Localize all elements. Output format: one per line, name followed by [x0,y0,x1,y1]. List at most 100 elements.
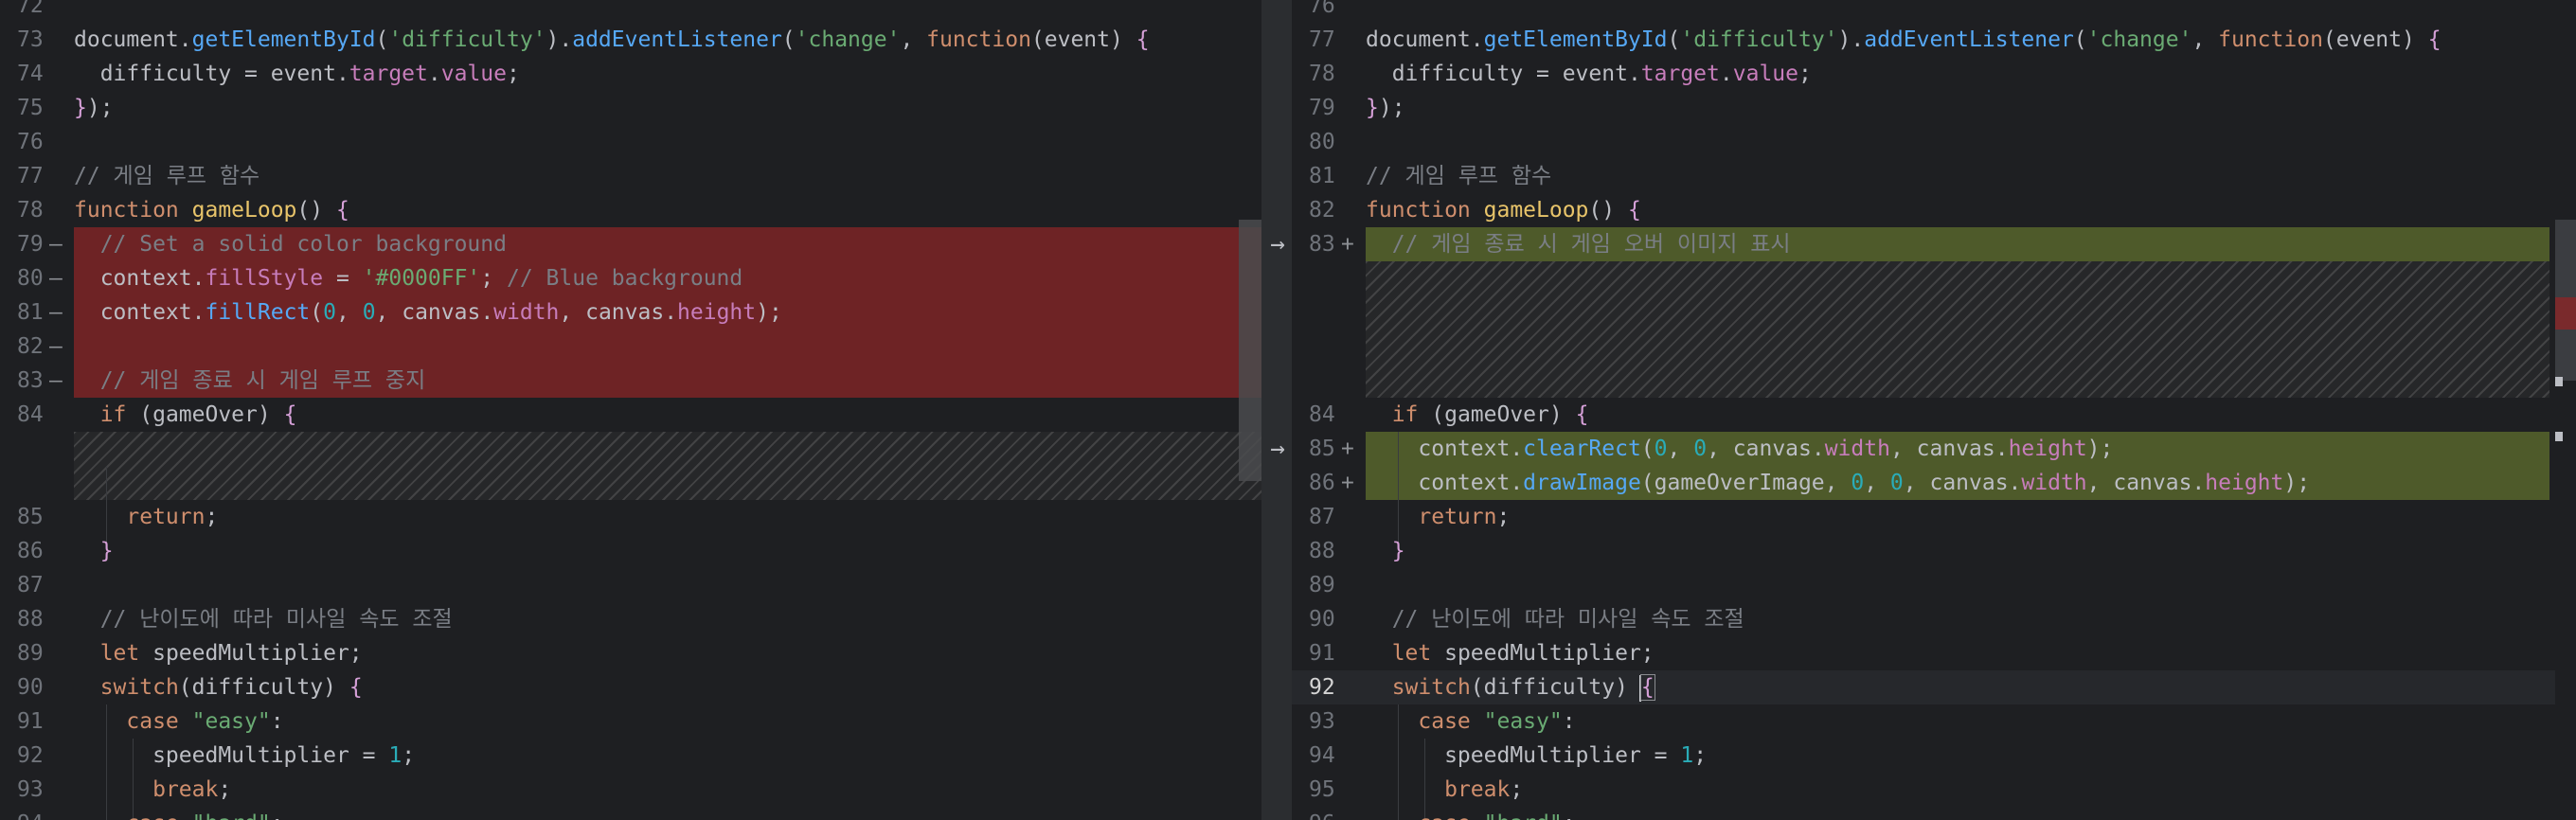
code-line[interactable]: case "hard": [1366,807,2549,820]
arrow-right-icon[interactable]: → [1265,227,1290,261]
code-line[interactable]: context.fillRect(0, 0, canvas.width, can… [74,295,1261,330]
code-line[interactable] [1366,0,2549,23]
code-token: } [99,539,114,563]
code-line[interactable] [1366,261,2549,295]
line-number: 88 [17,607,44,632]
code-line[interactable]: // 난이도에 따라 미사일 속도 조절 [1366,602,2549,636]
code-token: , [900,27,927,52]
code-token: return [1418,505,1497,529]
code-token: // 게임 종료 시 게임 루프 중지 [74,368,426,393]
code-line[interactable]: function gameLoop() { [1366,193,2549,227]
left-line-number-gutter: 72 73 74 75 76 77 78 79—80—81—82—83—84 85 86 87 88 8… [0,0,74,820]
code-token: = [323,266,363,291]
code-token: . [427,62,441,86]
line-number: 96 [1309,807,1335,820]
code-line[interactable]: return; [1366,500,2549,534]
code-line[interactable]: // 게임 루프 함수 [1366,159,2549,193]
code-line[interactable]: case "easy": [1366,704,2549,739]
code-token: // Set a solid color background [74,232,507,257]
code-line[interactable] [74,466,1261,500]
code-line[interactable]: let speedMultiplier; [74,636,1261,670]
code-line[interactable]: }); [1366,91,2549,125]
code-token: ; [402,743,416,768]
code-token: difficulty = event. [74,62,349,86]
code-line[interactable]: switch(difficulty) { [74,670,1261,704]
code-line[interactable]: let speedMultiplier; [1366,636,2549,670]
code-line[interactable]: // 게임 종료 시 게임 루프 중지 [74,364,1261,398]
code-token: break [1444,777,1511,802]
line-number: 79 [1309,96,1335,120]
code-token: , [1864,471,1890,495]
code-line[interactable]: speedMultiplier = 1; [1366,739,2549,773]
right-code-area[interactable]: document.getElementById('difficulty').ad… [1366,0,2549,820]
code-token: { [335,198,349,223]
code-line[interactable]: break; [74,773,1261,807]
code-line[interactable]: }); [74,91,1261,125]
code-line[interactable]: if (gameOver) { [74,398,1261,432]
code-token: 'difficulty' [388,27,546,52]
code-token: , canvas. [1903,471,2022,495]
code-token: height [2008,437,2087,461]
added-line-marker: + [1341,471,1354,495]
left-diff-pane[interactable]: 72 73 74 75 76 77 78 79—80—81—82—83—84 85 86 87 88 8… [0,0,1261,820]
right-scrollbar[interactable] [2555,0,2576,820]
code-line[interactable]: // Set a solid color background [74,227,1261,261]
left-scrollbar-thumb[interactable] [1239,220,1261,481]
code-line[interactable] [74,125,1261,159]
code-token: addEventListener [572,27,782,52]
code-line[interactable] [74,432,1261,466]
code-line[interactable]: document.getElementById('difficulty').ad… [74,23,1261,57]
code-line[interactable]: difficulty = event.target.value; [74,57,1261,91]
code-line[interactable] [1366,364,2549,398]
arrow-right-icon[interactable]: → [1265,432,1290,466]
line-number: 90 [17,675,44,700]
line-number: 81 [1309,164,1335,188]
code-line[interactable]: speedMultiplier = 1; [74,739,1261,773]
code-token: case [1418,811,1470,820]
code-line[interactable]: context.fillStyle = '#0000FF'; // Blue b… [74,261,1261,295]
code-token: break [152,777,219,802]
code-token: ; [507,62,520,86]
code-line[interactable] [74,0,1261,23]
code-line[interactable] [74,568,1261,602]
code-line[interactable]: } [74,534,1261,568]
code-line[interactable]: break; [1366,773,2549,807]
right-diff-pane[interactable]: 76 77 78 79 80 81 82 83 +84 85 +86 +87 88 89 90 91 92 93 9… [1292,0,2576,820]
code-token: function [926,27,1031,52]
code-token: case [126,709,179,734]
code-line[interactable]: function gameLoop() { [74,193,1261,227]
code-line[interactable] [74,330,1261,364]
left-code-area[interactable]: document.getElementById('difficulty').ad… [74,0,1261,820]
code-line[interactable]: // 게임 종료 시 게임 오버 이미지 표시 [1366,227,2549,261]
code-token: "easy" [1483,709,1563,734]
code-line[interactable]: context.clearRect(0, 0, canvas.width, ca… [1366,432,2549,466]
code-token: { [283,402,297,427]
code-token: return [126,505,206,529]
code-line[interactable]: switch(difficulty) { [1366,670,2549,704]
code-line[interactable]: } [1366,534,2549,568]
code-line[interactable]: if (gameOver) { [1366,398,2549,432]
code-line[interactable] [1366,125,2549,159]
code-line[interactable] [1366,295,2549,330]
code-token: (gameOverImage, [1640,471,1852,495]
line-number: 95 [1309,777,1335,802]
code-line[interactable]: // 난이도에 따라 미사일 속도 조절 [74,602,1261,636]
code-line[interactable]: case "easy": [74,704,1261,739]
code-line[interactable]: difficulty = event.target.value; [1366,57,2549,91]
line-number: 94 [1309,743,1335,768]
code-token: document. [74,27,192,52]
code-line[interactable] [1366,330,2549,364]
code-line[interactable]: document.getElementById('difficulty').ad… [1366,23,2549,57]
code-token: let [99,641,140,666]
code-line[interactable]: return; [74,500,1261,534]
code-line[interactable] [1366,568,2549,602]
code-token: value [1732,62,1798,86]
code-line[interactable]: // 게임 루프 함수 [74,159,1261,193]
code-line[interactable]: context.drawImage(gameOverImage, 0, 0, c… [1366,466,2549,500]
code-line[interactable]: case "hard": [74,807,1261,820]
